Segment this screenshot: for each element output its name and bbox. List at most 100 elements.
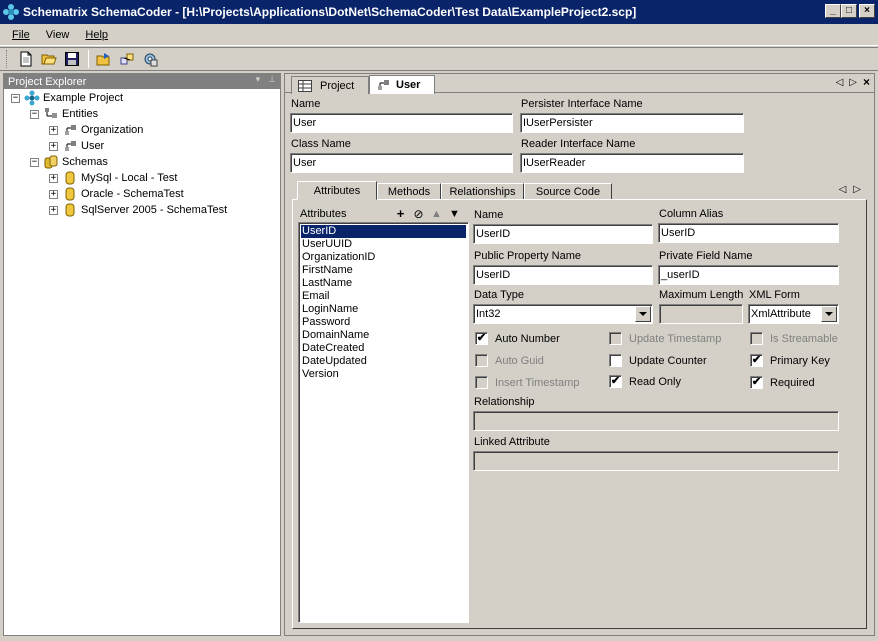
add-icon[interactable]: + xyxy=(394,206,407,221)
read-only-checkbox[interactable]: ✔ Read Only xyxy=(609,375,681,388)
collapse-icon[interactable]: − xyxy=(30,109,39,119)
class-name-field[interactable]: User xyxy=(290,153,513,173)
data-type-select[interactable]: Int32 xyxy=(473,304,653,324)
auto-guid-checkbox[interactable]: Auto Guid xyxy=(475,354,544,367)
tree-node-schema[interactable]: + Oracle - SchemaTest xyxy=(4,186,280,202)
close-tab-icon[interactable]: × xyxy=(863,75,870,89)
minimize-button[interactable]: _ xyxy=(825,4,841,18)
tree-node-root[interactable]: − Example Project xyxy=(4,90,280,106)
chevron-down-icon[interactable] xyxy=(635,306,651,322)
primary-key-checkbox[interactable]: ✔ Primary Key xyxy=(750,354,830,367)
toolbar-grip[interactable] xyxy=(6,50,9,68)
remove-icon[interactable]: ⊘ xyxy=(412,207,425,221)
reader-interface-field[interactable]: IUserReader xyxy=(520,153,744,173)
list-item[interactable]: DateCreated xyxy=(301,342,466,355)
tab-methods[interactable]: Methods xyxy=(377,183,441,200)
insert-timestamp-checkbox[interactable]: Insert Timestamp xyxy=(475,376,579,389)
read-only-label: Read Only xyxy=(629,375,681,388)
grid-icon xyxy=(298,79,312,92)
list-item[interactable]: UserUUID xyxy=(301,238,466,251)
toolbar-separator xyxy=(88,50,89,68)
tab-next-icon[interactable]: ▷ xyxy=(849,77,857,89)
max-length-field[interactable] xyxy=(659,304,743,324)
tab-prev-icon[interactable]: ◁ xyxy=(836,77,844,89)
tab-project[interactable]: Project xyxy=(291,76,369,94)
window-title: Schematrix SchemaCoder - [H:\Projects\Ap… xyxy=(23,5,637,19)
auto-number-checkbox[interactable]: ✔ Auto Number xyxy=(475,332,560,345)
tab-methods-label: Methods xyxy=(387,185,431,198)
generate-icon[interactable] xyxy=(116,49,138,69)
list-item[interactable]: Version xyxy=(301,368,466,381)
list-item[interactable]: Password xyxy=(301,316,466,329)
list-item[interactable]: LastName xyxy=(301,277,466,290)
tree-node-entities[interactable]: − Entities xyxy=(4,106,280,122)
open-folder-icon[interactable] xyxy=(38,49,60,69)
list-item[interactable]: UserID xyxy=(301,225,466,238)
collapse-icon[interactable]: − xyxy=(30,157,39,167)
check-icon: ✔ xyxy=(475,332,488,345)
expand-icon[interactable]: + xyxy=(49,125,58,135)
tab-source-code[interactable]: Source Code xyxy=(524,183,612,200)
list-item[interactable]: DomainName xyxy=(301,329,466,342)
new-file-icon[interactable] xyxy=(15,49,37,69)
expand-icon[interactable]: + xyxy=(49,141,58,151)
title-bar: Schematrix SchemaCoder - [H:\Projects\Ap… xyxy=(0,0,878,24)
is-streamable-checkbox[interactable]: Is Streamable xyxy=(750,332,838,345)
inner-tab-prev-icon[interactable]: ◁ xyxy=(839,184,847,195)
attribute-tab-strip: Attributes Methods Relationships Source … xyxy=(292,181,867,200)
close-button[interactable]: × xyxy=(859,4,875,18)
collapse-icon[interactable]: − xyxy=(11,93,20,103)
update-counter-checkbox[interactable]: Update Counter xyxy=(609,354,707,367)
save-icon[interactable] xyxy=(61,49,83,69)
dropdown-icon[interactable]: ▾ xyxy=(256,74,261,85)
list-item[interactable]: FirstName xyxy=(301,264,466,277)
tab-user[interactable]: User xyxy=(369,75,435,94)
chevron-down-icon[interactable] xyxy=(821,306,837,322)
project-explorer-header: Project Explorer ▾ ⊥ xyxy=(4,74,280,89)
move-down-icon[interactable]: ▼ xyxy=(448,207,461,220)
list-item[interactable]: OrganizationID xyxy=(301,251,466,264)
checkbox-box xyxy=(475,376,488,389)
list-item[interactable]: LoginName xyxy=(301,303,466,316)
tree-node-schemas[interactable]: − Schemas xyxy=(4,154,280,170)
tree-label: Entities xyxy=(62,108,99,120)
list-item[interactable]: Email xyxy=(301,290,466,303)
expand-icon[interactable]: + xyxy=(49,189,58,199)
public-property-field[interactable]: UserID xyxy=(473,265,653,285)
tab-relationships[interactable]: Relationships xyxy=(441,183,524,200)
tree-node-entity[interactable]: + Organization xyxy=(4,122,280,138)
expand-icon[interactable]: + xyxy=(49,173,58,183)
name-field[interactable]: User xyxy=(290,113,513,133)
relationship-label: Relationship xyxy=(474,396,535,408)
entity-icon xyxy=(378,80,389,90)
move-up-icon[interactable]: ▲ xyxy=(430,207,443,220)
xml-form-select[interactable]: XmlAttribute xyxy=(748,304,839,324)
update-timestamp-label: Update Timestamp xyxy=(629,332,722,345)
required-checkbox[interactable]: ✔ Required xyxy=(750,376,815,389)
update-timestamp-checkbox[interactable]: Update Timestamp xyxy=(609,332,721,345)
menu-view[interactable]: View xyxy=(38,29,78,41)
project-explorer: Project Explorer ▾ ⊥ − Example Project −… xyxy=(3,73,281,636)
menu-help[interactable]: Help xyxy=(77,29,116,41)
tab-relationships-label: Relationships xyxy=(449,185,516,198)
private-field-field[interactable]: _userID xyxy=(658,265,839,285)
tree-node-schema[interactable]: + MySql - Local - Test xyxy=(4,170,280,186)
tree-node-schema[interactable]: + SqlServer 2005 - SchemaTest xyxy=(4,202,280,218)
inner-tab-next-icon[interactable]: ▷ xyxy=(853,184,861,195)
attribute-name-field[interactable]: UserID xyxy=(473,224,653,244)
settings-icon[interactable] xyxy=(139,49,161,69)
export-icon[interactable] xyxy=(93,49,115,69)
expand-icon[interactable]: + xyxy=(49,205,58,215)
menu-file[interactable]: File xyxy=(4,29,38,41)
column-alias-field[interactable]: UserID xyxy=(658,223,839,243)
attributes-listbox[interactable]: UserID UserUUID OrganizationID FirstName… xyxy=(298,222,469,623)
tab-attributes[interactable]: Attributes xyxy=(297,181,377,200)
maximize-button[interactable]: □ xyxy=(841,4,857,18)
pin-icon[interactable]: ⊥ xyxy=(268,74,276,85)
linked-attribute-field[interactable] xyxy=(473,451,839,471)
persister-interface-field[interactable]: IUserPersister xyxy=(520,113,744,133)
list-item[interactable]: DateUpdated xyxy=(301,355,466,368)
app-icon xyxy=(3,4,19,20)
tree-node-entity[interactable]: + User xyxy=(4,138,280,154)
relationship-field[interactable] xyxy=(473,411,839,431)
